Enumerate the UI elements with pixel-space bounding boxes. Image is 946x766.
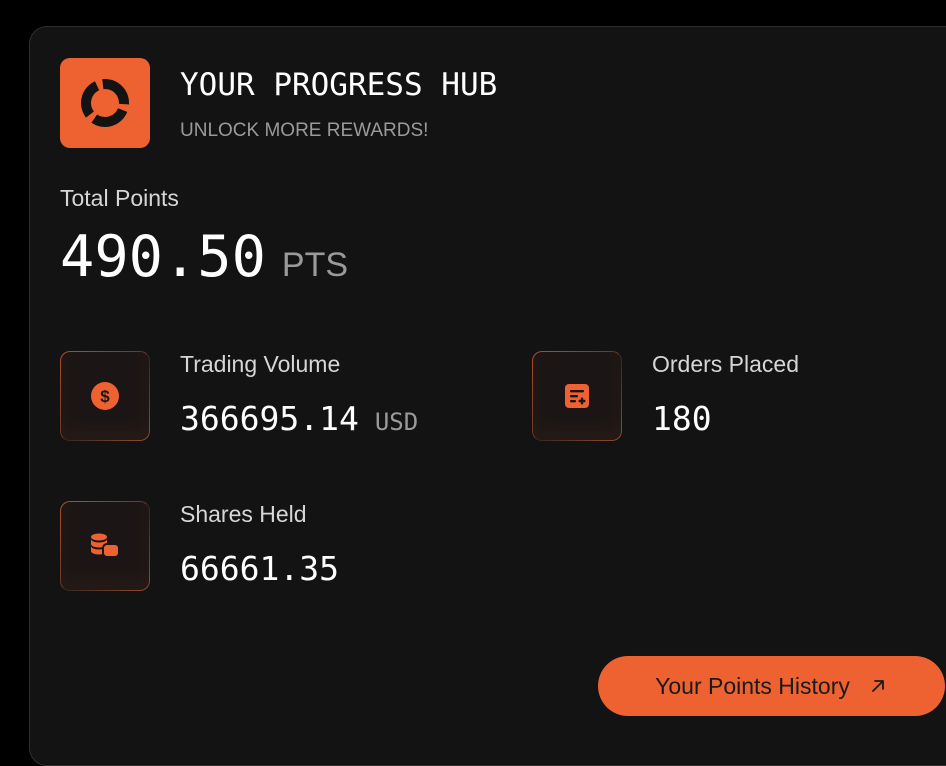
hub-title: YOUR PROGRESS HUB	[180, 67, 498, 103]
arrow-up-right-icon	[868, 676, 888, 696]
progress-hub-card: YOUR PROGRESS HUB UNLOCK MORE REWARDS! T…	[29, 26, 946, 766]
order-list-add-icon	[565, 384, 589, 408]
points-history-label: Your Points History	[655, 672, 850, 699]
trading-volume-icon-box: $	[60, 351, 150, 441]
shares-held-icon-box	[60, 501, 150, 591]
stat-shares-held: Shares Held 66661.35	[60, 501, 460, 593]
orders-placed-icon-box	[532, 351, 622, 441]
orders-placed-value-row: 180	[652, 399, 712, 438]
svg-text:$: $	[100, 387, 110, 406]
shares-held-value-row: 66661.35	[180, 549, 339, 588]
trading-volume-label: Trading Volume	[180, 351, 341, 377]
points-history-button[interactable]: Your Points History	[598, 656, 945, 716]
total-points-value: 490.50	[60, 224, 266, 290]
orders-placed-value: 180	[652, 399, 712, 438]
trading-volume-value: 366695.14	[180, 399, 359, 438]
coin-stack-icon	[91, 533, 120, 558]
orders-placed-label: Orders Placed	[652, 351, 800, 377]
total-points-label: Total Points	[60, 185, 179, 211]
hub-subtitle: UNLOCK MORE REWARDS!	[180, 120, 429, 141]
stat-orders-placed: Orders Placed 180	[532, 351, 932, 443]
progress-ring-icon	[81, 79, 129, 127]
total-points-row: 490.50 PTS	[60, 224, 348, 290]
trading-volume-unit: USD	[374, 408, 419, 436]
stat-trading-volume: $ Trading Volume 366695.14 USD	[60, 351, 460, 443]
shares-held-label: Shares Held	[180, 501, 307, 527]
trading-volume-value-row: 366695.14 USD	[180, 399, 418, 438]
progress-hub-logo	[60, 58, 150, 148]
dollar-coin-icon: $	[91, 382, 119, 410]
total-points-unit: PTS	[281, 246, 349, 284]
shares-held-value: 66661.35	[180, 549, 339, 588]
